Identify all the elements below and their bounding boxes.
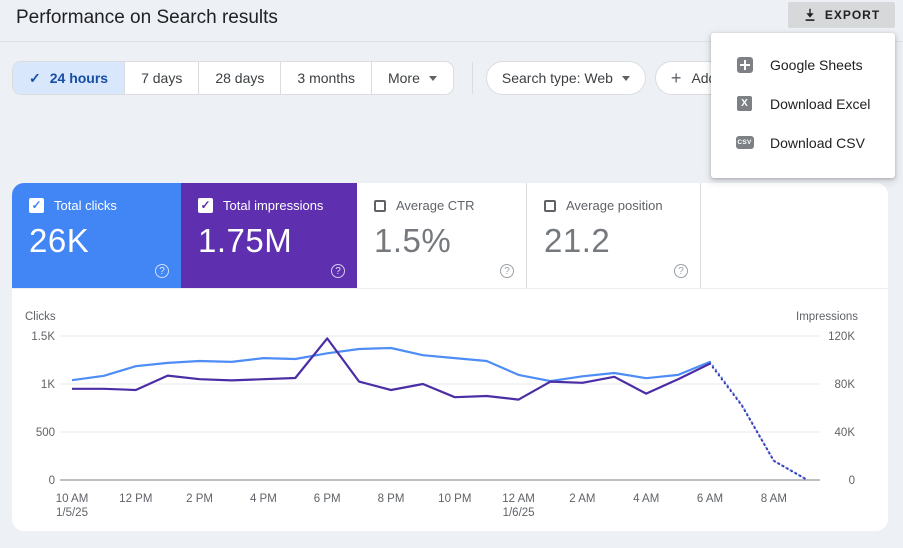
x-axis-tick: 12 AM [502, 493, 535, 505]
performance-card: ✓ Total clicks 26K ? ✓ Total impressions… [12, 183, 888, 531]
menu-item-label: Download CSV [770, 134, 865, 151]
x-axis-tick: 8 AM [761, 493, 787, 505]
right-axis-tick: 0 [849, 475, 855, 487]
metric-value: 1.75M [198, 222, 293, 259]
left-axis-tick: 0 [49, 475, 55, 487]
checkbox-average-ctr[interactable] [374, 199, 386, 212]
left-axis-tick: 1.5K [31, 331, 55, 343]
metric-total-impressions[interactable]: ✓ Total impressions 1.75M ? [181, 183, 357, 288]
x-axis-tick: 10 PM [438, 493, 471, 505]
x-axis-date: 1/5/25 [56, 507, 88, 519]
chip-more[interactable]: More [370, 62, 453, 94]
x-axis-tick: 6 AM [697, 493, 723, 505]
right-axis-tick: 120K [828, 331, 855, 343]
left-axis-tick: 1K [41, 379, 55, 391]
chip-label: 7 days [141, 70, 183, 86]
export-button[interactable]: EXPORT [788, 2, 895, 28]
right-axis-title: Impressions [796, 311, 858, 323]
csv-icon: CSV [735, 136, 754, 149]
left-axis-tick: 500 [36, 427, 55, 439]
checkbox-total-clicks[interactable]: ✓ [29, 198, 44, 213]
x-axis-tick: 2 PM [186, 493, 213, 505]
download-icon [805, 8, 815, 21]
x-axis-tick: 10 AM [56, 493, 89, 505]
x-axis-tick: 4 PM [250, 493, 277, 505]
left-axis-title: Clicks [25, 311, 56, 323]
chip-label: 3 months [297, 70, 355, 86]
chip-7-days[interactable]: 7 days [124, 62, 198, 94]
search-type-chip[interactable]: Search type: Web [485, 61, 646, 95]
metric-row: ✓ Total clicks 26K ? ✓ Total impressions… [12, 183, 888, 289]
metric-total-clicks[interactable]: ✓ Total clicks 26K ? [12, 183, 181, 288]
chevron-down-icon [621, 75, 630, 81]
date-range-group: ✓ 24 hours 7 days 28 days 3 months More [12, 61, 454, 95]
chip-label: More [387, 70, 420, 86]
chip-group-divider [471, 62, 473, 94]
help-icon[interactable]: ? [500, 264, 514, 278]
x-axis-tick: 2 AM [569, 493, 595, 505]
plus-icon: + [670, 67, 682, 88]
performance-page: Performance on Search results EXPORT ✓ 2… [0, 0, 903, 548]
menu-item-label: Download Excel [770, 95, 871, 112]
metric-row-filler [700, 183, 888, 288]
chip-28-days[interactable]: 28 days [198, 62, 280, 94]
menu-item-download-excel[interactable]: X Download Excel [711, 84, 895, 123]
checkbox-average-position[interactable] [544, 199, 556, 212]
chip-label: 28 days [215, 70, 265, 86]
filter-bar: ✓ 24 hours 7 days 28 days 3 months More … [12, 61, 772, 95]
google-sheets-icon [736, 56, 753, 73]
x-axis-date: 1/6/25 [503, 507, 535, 519]
metric-value: 21.2 [544, 222, 611, 259]
metric-average-position[interactable]: Average position 21.2 ? [526, 183, 700, 288]
x-axis-tick: 6 PM [314, 493, 341, 505]
help-icon[interactable]: ? [674, 264, 688, 278]
excel-icon: X [737, 96, 752, 111]
menu-item-label: Google Sheets [770, 56, 863, 73]
menu-item-google-sheets[interactable]: Google Sheets [711, 45, 895, 84]
x-axis-tick: 12 PM [119, 493, 152, 505]
metric-label: Total impressions [223, 198, 324, 213]
chart-line-dotted-left [708, 360, 807, 481]
x-axis-tick: 8 PM [378, 493, 405, 505]
chip-3-months[interactable]: 3 months [280, 62, 371, 94]
metric-value: 26K [29, 222, 90, 259]
metric-average-ctr[interactable]: Average CTR 1.5% ? [357, 183, 526, 288]
chip-24-hours[interactable]: ✓ 24 hours [13, 62, 125, 94]
chip-label: 24 hours [49, 70, 109, 86]
help-icon[interactable]: ? [155, 264, 169, 278]
export-menu: Google Sheets X Download Excel CSV Downl… [711, 33, 895, 178]
help-icon[interactable]: ? [331, 264, 345, 278]
metric-label: Total clicks [54, 198, 117, 213]
right-axis-tick: 40K [835, 427, 856, 439]
check-icon: ✓ [29, 70, 41, 86]
performance-chart[interactable]: 1.5K 120K 1K 80K 500 40K 0 0 Clicks Impressions 10… [12, 289, 888, 531]
search-type-label: Search type: Web [501, 70, 613, 86]
export-button-label: EXPORT [824, 8, 881, 22]
x-axis-tick: 4 AM [633, 493, 659, 505]
metric-label: Average CTR [396, 198, 475, 213]
metric-label: Average position [566, 198, 663, 213]
right-axis-tick: 80K [835, 379, 856, 391]
metric-value: 1.5% [374, 222, 452, 259]
checkbox-total-impressions[interactable]: ✓ [198, 198, 213, 213]
chevron-down-icon [428, 75, 437, 81]
menu-item-download-csv[interactable]: CSV Download CSV [711, 123, 895, 162]
page-title: Performance on Search results [16, 7, 278, 28]
